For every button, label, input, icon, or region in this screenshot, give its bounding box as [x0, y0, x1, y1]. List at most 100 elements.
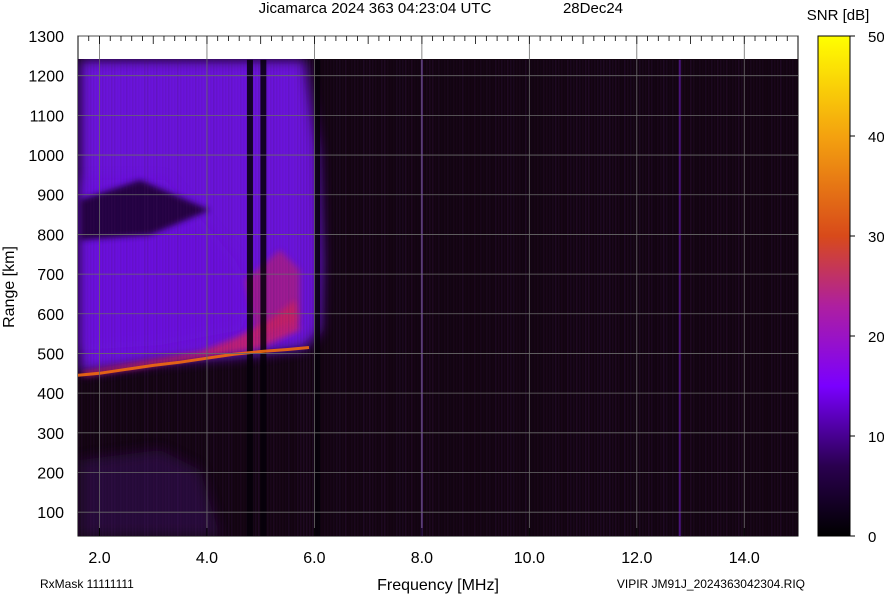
noise-column [141, 59, 143, 536]
noise-column [342, 59, 344, 536]
noise-column [360, 59, 362, 536]
noise-column [591, 59, 593, 536]
noise-column [438, 59, 440, 536]
noise-column [357, 59, 359, 536]
noise-column [255, 59, 257, 536]
file-label: VIPIR JM91J_2024363042304.RIQ [617, 577, 805, 591]
noise-column [114, 59, 116, 536]
noise-column [84, 59, 86, 536]
noise-column [312, 59, 314, 536]
noise-column [321, 59, 323, 536]
noise-column [609, 59, 611, 536]
noise-column [786, 59, 788, 536]
noise-column [585, 59, 587, 536]
noise-column [543, 59, 545, 536]
noise-column [228, 59, 230, 536]
noise-column [150, 59, 152, 536]
y-tick-label: 500 [37, 346, 64, 363]
noise-column [378, 59, 380, 536]
noise-column [639, 59, 641, 536]
noise-column [339, 59, 341, 536]
noise-column [138, 59, 140, 536]
noise-column [300, 59, 302, 536]
noise-column [165, 59, 167, 536]
noise-column [213, 59, 215, 536]
noise-column [129, 59, 131, 536]
noise-column [279, 59, 281, 536]
noise-column [549, 59, 551, 536]
noise-column [741, 59, 743, 536]
noise-column [270, 59, 272, 536]
noise-column [606, 59, 608, 536]
noise-column [690, 59, 692, 536]
noise-column [717, 59, 719, 536]
noise-column [567, 59, 569, 536]
noise-column [471, 59, 473, 536]
noise-column [432, 59, 434, 536]
noise-column [600, 59, 602, 536]
noise-column [618, 59, 620, 536]
noise-column [126, 59, 128, 536]
noise-column [537, 59, 539, 536]
colorbar-ticks: 50 40 30 20 10 0 [850, 29, 884, 546]
noise-column [516, 59, 518, 536]
noise-column [534, 59, 536, 536]
y-tick-label: 100 [37, 505, 64, 522]
noise-column [612, 59, 614, 536]
noise-column [354, 59, 356, 536]
noise-column [156, 59, 158, 536]
noise-column [714, 59, 716, 536]
noise-column [681, 59, 683, 536]
noise-column [597, 59, 599, 536]
noise-column [276, 59, 278, 536]
noise-column [594, 59, 596, 536]
noise-column [654, 59, 656, 536]
noise-column [132, 59, 134, 536]
noise-column [333, 59, 335, 536]
noise-column [621, 59, 623, 536]
noise-column [405, 59, 407, 536]
noise-column [507, 59, 509, 536]
noise-column [510, 59, 512, 536]
noise-column [702, 59, 704, 536]
noise-column [393, 59, 395, 536]
noise-column [237, 59, 239, 536]
noise-column [267, 59, 269, 536]
noise-column [723, 59, 725, 536]
noise-column [372, 59, 374, 536]
noise-column [777, 59, 779, 536]
noise-column [774, 59, 776, 536]
noise-column [651, 59, 653, 536]
noise-column [201, 59, 203, 536]
noise-column [780, 59, 782, 536]
noise-column [633, 59, 635, 536]
x-tick-label: 2.0 [88, 550, 110, 567]
noise-column [663, 59, 665, 536]
noise-column [435, 59, 437, 536]
noise-column [738, 59, 740, 536]
noise-column [153, 59, 155, 536]
noise-column [306, 59, 308, 536]
noise-column [369, 59, 371, 536]
noise-column [330, 59, 332, 536]
noise-column [111, 59, 113, 536]
noise-column [429, 59, 431, 536]
noise-column [171, 59, 173, 536]
noise-column [456, 59, 458, 536]
noise-column [414, 59, 416, 536]
x-tick-label: 14.0 [729, 550, 760, 567]
noise-column [303, 59, 305, 536]
noise-column [459, 59, 461, 536]
noise-column [174, 59, 176, 536]
noise-column [693, 59, 695, 536]
noise-column [162, 59, 164, 536]
noise-column [579, 59, 581, 536]
noise-column [216, 59, 218, 536]
noise-column [273, 59, 275, 536]
noise-column [453, 59, 455, 536]
noise-column [462, 59, 464, 536]
noise-column [486, 59, 488, 536]
noise-column [390, 59, 392, 536]
noise-column [498, 59, 500, 536]
colorbar-tick-label: 30 [868, 229, 884, 246]
